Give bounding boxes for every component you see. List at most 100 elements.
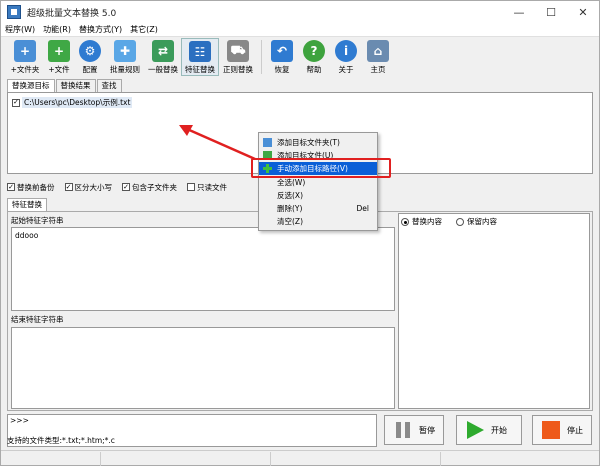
status-cell [1, 452, 101, 466]
status-bar [1, 450, 599, 466]
menu-item-label: 清空(Z) [277, 217, 303, 226]
option-case-sensitive[interactable]: ✓ 区分大小写 [64, 182, 113, 193]
menu-add-target-folder[interactable]: 添加目标文件夹(T) [259, 136, 377, 149]
undo-icon: ↶ [271, 40, 293, 62]
list-item[interactable]: ✓ C:\Users\pc\Desktop\示例.txt [12, 97, 133, 108]
readonly-checkbox[interactable] [187, 183, 195, 191]
menu-item-label: 全选(W) [277, 178, 306, 187]
annotation-highlight-box [251, 158, 391, 178]
file-checkbox[interactable]: ✓ [12, 98, 20, 107]
maximize-button[interactable]: ☐ [535, 1, 567, 23]
stop-label: 停止 [567, 425, 583, 435]
start-button[interactable]: 开始 [456, 415, 522, 445]
info-icon: i [335, 40, 357, 62]
batch-rules-button[interactable]: ✚ 批量规则 [105, 38, 145, 76]
about-label: 关于 [338, 65, 354, 74]
radio-keep-label: 保留内容 [467, 217, 497, 226]
menu-program[interactable]: 程序(W) [1, 24, 39, 35]
homepage-button[interactable]: ⌂ 主页 [362, 38, 394, 76]
toolbar: + +文件夹 + +文件 ⚙ 配置 ✚ 批量规则 ⇄ 一般替换 ☷ 特征替换 ⛟… [1, 38, 599, 78]
start-string-label: 起始特征字符串 [11, 216, 64, 225]
about-button[interactable]: i 关于 [330, 38, 362, 76]
menu-clear[interactable]: 清空(Z) [259, 215, 377, 228]
radio-replace-label: 替换内容 [412, 217, 442, 226]
homepage-label: 主页 [370, 65, 386, 74]
subfolders-checkbox[interactable]: ✓ [122, 183, 130, 191]
radio-dot[interactable] [401, 217, 409, 226]
source-tabs: 替换源目标 替换结果 查找 [7, 79, 123, 92]
end-string-input[interactable] [11, 327, 395, 409]
feature-tabs: 特征替换 [7, 198, 48, 211]
app-logo-icon [7, 5, 21, 19]
toolbar-separator [261, 40, 262, 74]
context-menu: 添加目标文件夹(T) 添加目标文件(U) 手动添加目标路径(V) 全选(W) 反… [258, 132, 378, 231]
radio-replace-content[interactable]: 替换内容 [401, 216, 442, 227]
tab-source-targets[interactable]: 替换源目标 [7, 79, 55, 92]
tab-replace-results[interactable]: 替换结果 [55, 79, 96, 92]
case-checkbox[interactable]: ✓ [64, 183, 73, 191]
pause-icon [396, 422, 410, 438]
folder-add-icon: + [14, 40, 36, 62]
stop-icon [542, 421, 560, 439]
readonly-label: 只读文件 [197, 182, 227, 192]
config-button[interactable]: ⚙ 配置 [75, 38, 105, 76]
add-file-label: +文件 [48, 65, 70, 74]
mode-radios: 替换内容 保留内容 [401, 216, 511, 227]
cart-icon: ⛟ [227, 40, 249, 62]
option-include-subfolders[interactable]: ✓ 包含子文件夹 [122, 182, 177, 193]
menu-bar: 程序(W) 功能(R) 替换方式(Y) 其它(Z) [1, 23, 599, 37]
window-title: 超级批量文本替换 5.0 [27, 8, 117, 19]
file-add-icon: + [48, 40, 70, 62]
folder-icon [263, 138, 272, 147]
swap-icon: ⇄ [152, 40, 174, 62]
start-label: 开始 [491, 425, 507, 435]
restore-button[interactable]: ↶ 恢复 [266, 38, 298, 76]
mode-panel [398, 213, 590, 409]
stop-button[interactable]: 停止 [532, 415, 592, 445]
title-bar: 超级批量文本替换 5.0 — ☐ ✕ [1, 1, 599, 23]
minimize-button[interactable]: — [503, 1, 535, 23]
case-label: 区分大小写 [74, 182, 113, 192]
gear-icon: ⚙ [79, 40, 101, 62]
add-folder-label: +文件夹 [10, 65, 40, 74]
status-cell [101, 452, 271, 466]
feature-replace-label: 特征替换 [185, 65, 215, 74]
batch-rules-label: 批量规则 [110, 65, 140, 74]
backup-checkbox[interactable]: ✓ [7, 183, 15, 191]
tab-feature-replace[interactable]: 特征替换 [7, 198, 47, 211]
menu-invert-selection[interactable]: 反选(X) [259, 189, 377, 202]
pause-button[interactable]: 暂停 [384, 415, 444, 445]
config-label: 配置 [82, 65, 98, 74]
tree-icon: ☷ [189, 41, 211, 62]
menu-item-label: 添加目标文件夹(T) [277, 138, 340, 147]
radio-dot[interactable] [456, 217, 464, 226]
add-file-button[interactable]: + +文件 [43, 38, 75, 76]
puzzle-icon: ✚ [114, 40, 136, 62]
supported-types-text: 支持的文件类型:*.txt;*.htm;*.c [7, 436, 115, 445]
option-readonly[interactable]: 只读文件 [187, 182, 227, 193]
play-icon [467, 421, 484, 439]
option-backup[interactable]: ✓ 替换前备份 [7, 182, 55, 193]
start-string-input[interactable]: ddooo [11, 227, 395, 311]
menu-item-label: 删除(Y) [277, 204, 303, 213]
log-prompt: >>> [10, 416, 29, 425]
tab-search[interactable]: 查找 [96, 79, 122, 92]
menu-function[interactable]: 功能(R) [39, 24, 75, 35]
restore-label: 恢复 [274, 65, 290, 74]
end-string-label: 结束特征字符串 [11, 315, 64, 324]
help-button[interactable]: ? 帮助 [298, 38, 330, 76]
regex-replace-button[interactable]: ⛟ 正则替换 [219, 38, 257, 76]
annotation-arrow-icon [179, 125, 256, 161]
general-replace-label: 一般替换 [148, 65, 178, 74]
app-window: 超级批量文本替换 5.0 — ☐ ✕ 程序(W) 功能(R) 替换方式(Y) 其… [0, 0, 600, 466]
general-replace-button[interactable]: ⇄ 一般替换 [145, 38, 181, 76]
menu-shortcut: Del [356, 204, 369, 213]
file-path: C:\Users\pc\Desktop\示例.txt [22, 97, 133, 108]
radio-keep-content[interactable]: 保留内容 [456, 216, 497, 227]
add-folder-button[interactable]: + +文件夹 [7, 38, 43, 76]
close-button[interactable]: ✕ [567, 1, 599, 23]
feature-replace-button[interactable]: ☷ 特征替换 [181, 38, 219, 76]
menu-delete[interactable]: 删除(Y) Del [259, 202, 377, 215]
menu-replace-mode[interactable]: 替换方式(Y) [75, 24, 126, 35]
menu-other[interactable]: 其它(Z) [126, 24, 162, 35]
